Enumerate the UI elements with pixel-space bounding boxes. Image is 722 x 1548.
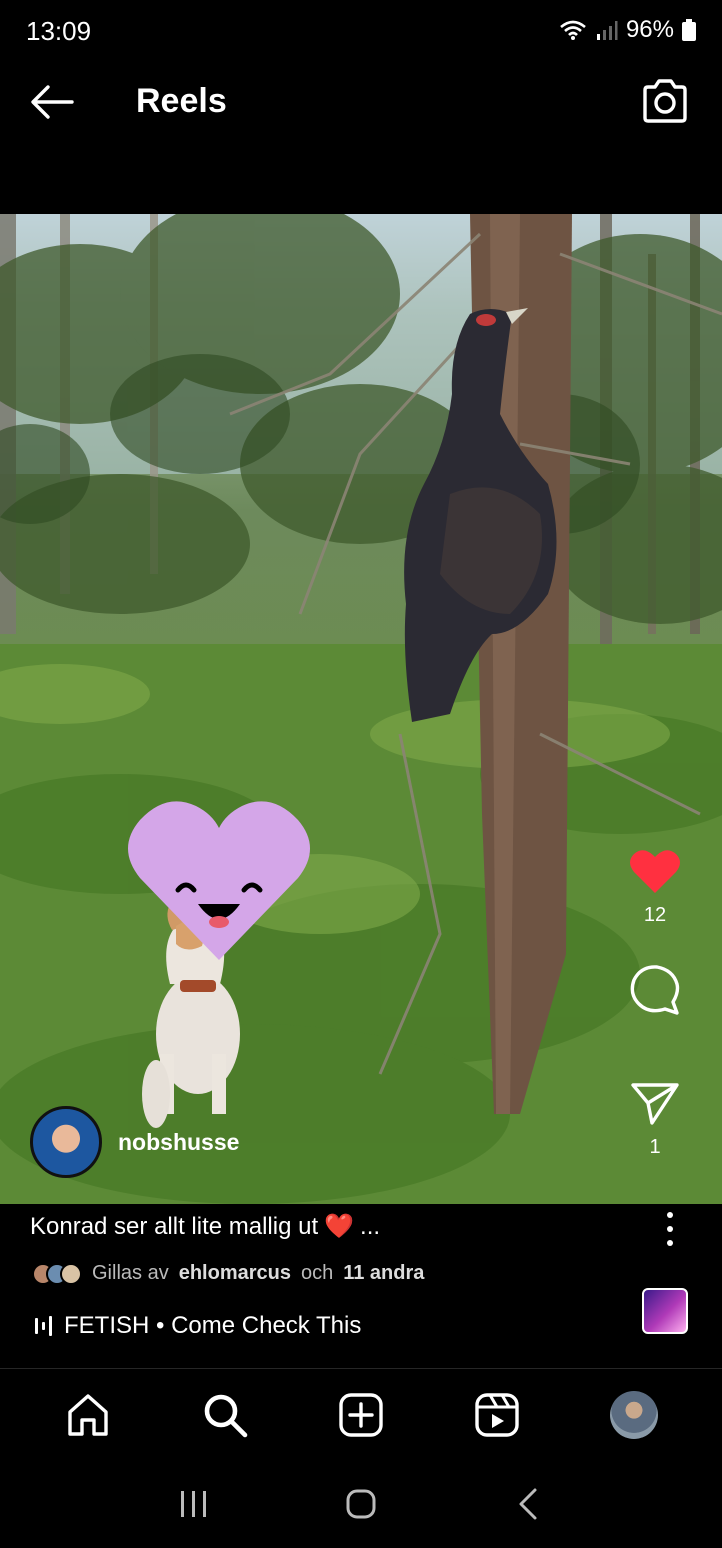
chevron-left-icon bbox=[519, 1488, 537, 1520]
nav-profile[interactable] bbox=[604, 1385, 664, 1445]
nav-search[interactable] bbox=[195, 1385, 255, 1445]
status-time: 13:09 bbox=[26, 16, 92, 46]
reel-caption[interactable]: Konrad ser allt lite mallig ut ❤️ ... bbox=[30, 1212, 380, 1241]
plus-square-icon bbox=[339, 1392, 383, 1437]
camera-icon bbox=[643, 79, 687, 123]
recent-apps-icon bbox=[180, 1491, 206, 1517]
home-circle-icon bbox=[346, 1489, 376, 1519]
liked-others[interactable]: 11 andra bbox=[343, 1262, 424, 1285]
system-back-button[interactable] bbox=[498, 1474, 558, 1534]
nav-home[interactable] bbox=[58, 1385, 118, 1445]
camera-button[interactable] bbox=[640, 78, 690, 124]
back-button[interactable] bbox=[28, 82, 76, 122]
profile-avatar[interactable] bbox=[609, 1390, 658, 1439]
liked-by-avatars bbox=[32, 1262, 82, 1285]
search-icon bbox=[204, 1394, 247, 1437]
more-vertical-icon bbox=[667, 1212, 673, 1218]
heart-filled-icon bbox=[630, 850, 680, 893]
share-button[interactable] bbox=[627, 1076, 683, 1132]
liked-by-row[interactable]: Gillas av ehlomarcus och 11 andra bbox=[32, 1262, 424, 1285]
author-avatar[interactable] bbox=[30, 1106, 102, 1178]
audio-thumbnail[interactable] bbox=[642, 1288, 688, 1334]
battery-icon bbox=[682, 19, 696, 41]
wifi-icon bbox=[560, 20, 586, 40]
status-bar: 13:09 96% bbox=[0, 0, 722, 62]
shares-count: 1 bbox=[649, 1136, 661, 1158]
music-bars-icon bbox=[35, 1316, 52, 1336]
home-system-button[interactable] bbox=[331, 1474, 391, 1534]
home-icon bbox=[68, 1393, 108, 1436]
reels-header: Reels bbox=[0, 62, 722, 142]
music-title: FETISH • Come Check This bbox=[64, 1312, 362, 1339]
page-title: Reels bbox=[136, 82, 227, 120]
nav-reels[interactable] bbox=[467, 1385, 527, 1445]
liked-mid: och bbox=[300, 1262, 334, 1284]
heart-sticker bbox=[128, 801, 310, 960]
caption-more[interactable]: ... bbox=[360, 1213, 380, 1241]
recent-apps-button[interactable] bbox=[164, 1474, 224, 1534]
status-icons: 96% bbox=[558, 16, 696, 44]
send-icon bbox=[631, 1083, 679, 1125]
liked-prefix: Gillas av bbox=[92, 1262, 169, 1284]
signal-icon bbox=[596, 21, 618, 40]
bottom-nav bbox=[0, 1368, 722, 1460]
caption-heart-emoji: ❤️ bbox=[324, 1213, 355, 1240]
music-row[interactable]: FETISH • Come Check This bbox=[34, 1312, 361, 1340]
caption-area: Konrad ser allt lite mallig ut ❤️ ... Gi… bbox=[0, 1204, 722, 1368]
more-options-button[interactable] bbox=[662, 1212, 678, 1246]
battery-percent: 96% bbox=[625, 16, 674, 43]
liked-user[interactable]: ehlomarcus bbox=[179, 1262, 291, 1285]
arrow-left-icon bbox=[31, 85, 74, 119]
author-username[interactable]: nobshusse bbox=[118, 1129, 239, 1156]
like-button[interactable] bbox=[627, 844, 683, 900]
nav-create[interactable] bbox=[331, 1385, 391, 1445]
comment-button[interactable] bbox=[627, 962, 683, 1018]
system-nav bbox=[0, 1460, 722, 1548]
caption-text: Konrad ser allt lite mallig ut bbox=[30, 1212, 319, 1240]
reels-icon bbox=[475, 1392, 520, 1437]
comment-icon bbox=[630, 965, 680, 1015]
likes-count[interactable]: 12 bbox=[644, 904, 666, 928]
reel-author[interactable]: nobshusse bbox=[30, 1106, 239, 1178]
reel-actions: 12 1 bbox=[610, 844, 700, 1194]
